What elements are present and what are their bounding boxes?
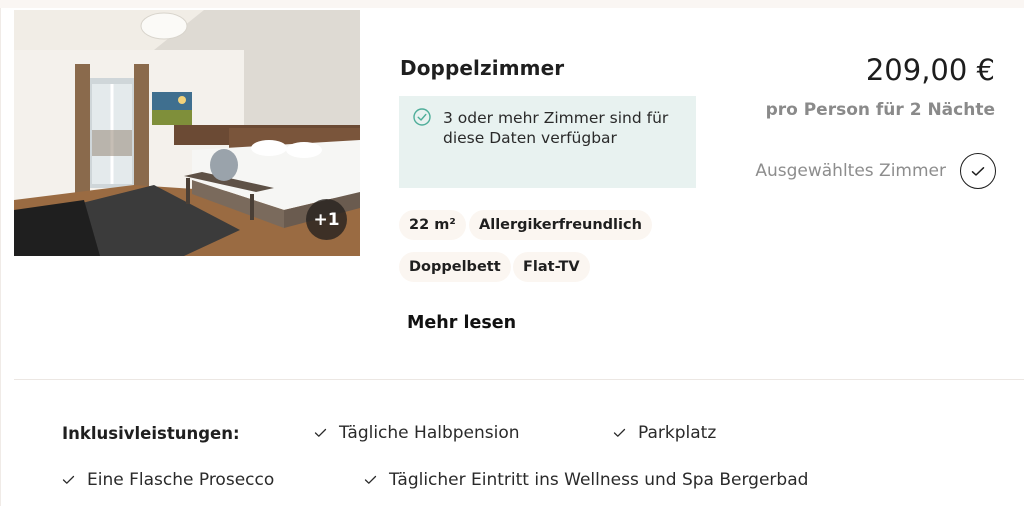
check-icon	[62, 475, 75, 484]
feature-tag-tv: Flat-TV	[513, 252, 590, 282]
inclusion-item: Tägliche Halbpension	[314, 423, 520, 443]
check-icon	[314, 428, 327, 437]
room-photo[interactable]: +1	[14, 10, 360, 256]
room-title: Doppelzimmer	[400, 56, 565, 80]
inclusion-item: Täglicher Eintritt ins Wellness und Spa …	[364, 470, 808, 490]
check-icon	[613, 428, 626, 437]
price-note: pro Person für 2 Nächte	[765, 100, 995, 120]
feature-tag-allergy: Allergikerfreundlich	[469, 210, 652, 240]
inclusion-label: Eine Flasche Prosecco	[87, 470, 275, 490]
photo-count-badge[interactable]: +1	[306, 199, 347, 240]
inclusion-label: Tägliche Halbpension	[339, 423, 520, 443]
check-icon	[364, 475, 377, 484]
room-price: 209,00 €	[865, 53, 995, 87]
check-circle-icon	[413, 108, 431, 126]
inclusion-item: Eine Flasche Prosecco	[62, 470, 274, 490]
availability-text: 3 oder mehr Zimmer sind für diese Daten …	[443, 109, 669, 147]
section-divider	[14, 379, 1024, 380]
inclusions-title: Inklusivleistungen:	[62, 424, 240, 443]
check-icon	[971, 166, 985, 176]
read-more-link[interactable]: Mehr lesen	[407, 313, 516, 333]
inclusion-label: Parkplatz	[638, 423, 717, 443]
availability-notice: 3 oder mehr Zimmer sind für diese Daten …	[399, 96, 696, 188]
inclusion-label: Täglicher Eintritt ins Wellness und Spa …	[389, 470, 809, 490]
feature-tag-bed: Doppelbett	[399, 252, 511, 282]
selected-check-button[interactable]	[960, 153, 996, 189]
selected-room-label: Ausgewähltes Zimmer	[755, 161, 946, 181]
inclusion-item: Parkplatz	[613, 423, 716, 443]
selected-room-toggle[interactable]: Ausgewähltes Zimmer	[755, 153, 996, 189]
feature-tag-size: 22 m²	[399, 210, 466, 240]
room-card: +1 Doppelzimmer 3 oder mehr Zimmer sind …	[0, 8, 1024, 506]
